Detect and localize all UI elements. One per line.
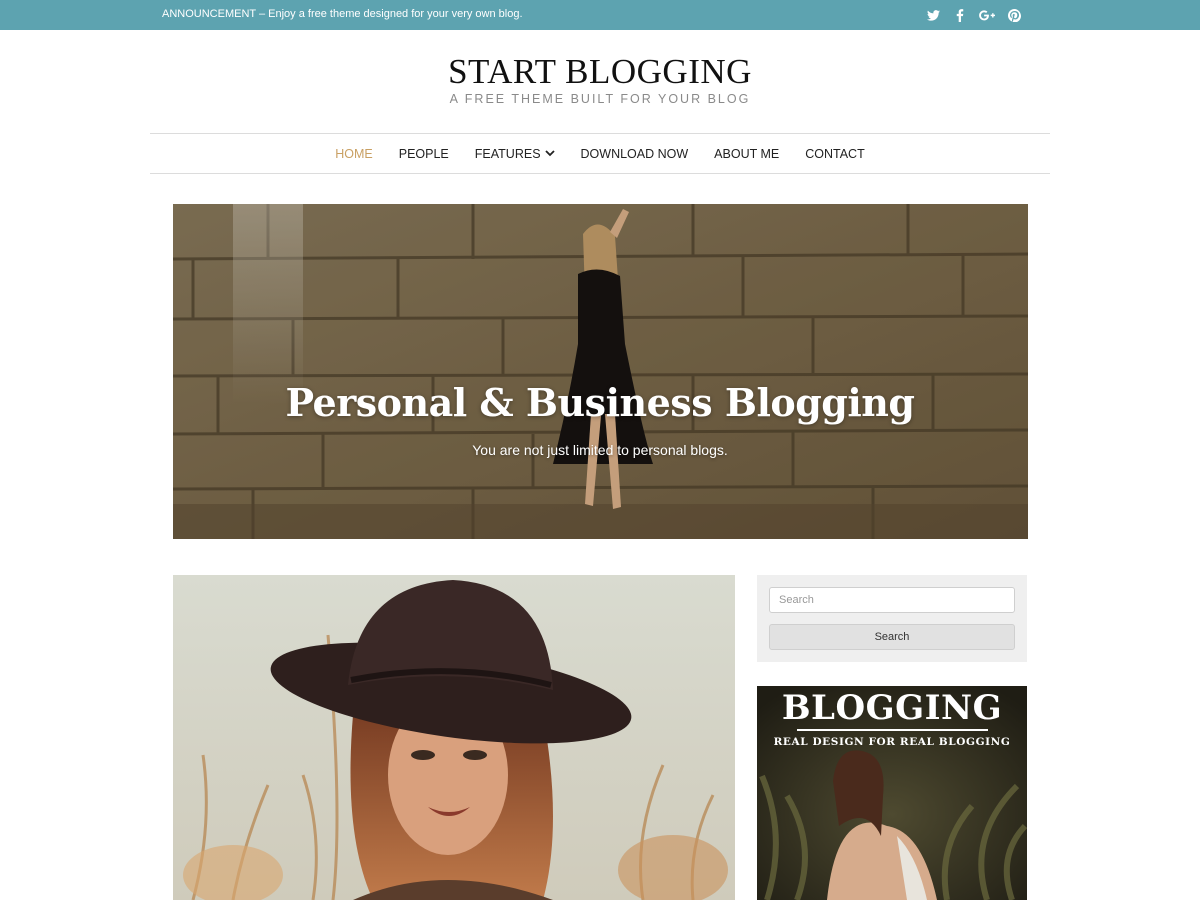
banner-divider: [797, 729, 988, 731]
nav-item-people[interactable]: PEOPLE: [399, 147, 449, 161]
hero-subtitle: You are not just limited to personal blo…: [472, 442, 728, 458]
announcement-text: ANNOUNCEMENT – Enjoy a free theme design…: [162, 8, 523, 20]
facebook-icon[interactable]: [949, 6, 971, 24]
announcement-bar: ANNOUNCEMENT – Enjoy a free theme design…: [0, 0, 1200, 30]
nav-item-contact[interactable]: CONTACT: [805, 147, 865, 161]
search-input[interactable]: [769, 587, 1015, 613]
pinterest-icon[interactable]: [1003, 6, 1025, 24]
site-title[interactable]: START BLOGGING: [0, 52, 1200, 92]
nav-item-home[interactable]: HOME: [335, 147, 373, 161]
hero-image: [173, 204, 1028, 539]
banner-subtitle: REAL DESIGN FOR REAL BLOGGING: [773, 736, 1011, 748]
site-tagline: A FREE THEME BUILT FOR YOUR BLOG: [449, 92, 751, 106]
social-links: [922, 6, 1030, 24]
banner-title: BLOGGING: [781, 688, 1003, 728]
nav-item-features[interactable]: FEATURES: [475, 147, 555, 161]
hero-title: Personal & Business Blogging: [285, 380, 915, 425]
search-widget: Search: [757, 575, 1027, 662]
woman-in-hat-photo: [173, 575, 735, 900]
featured-post-image[interactable]: [173, 575, 735, 900]
hero-slide[interactable]: [173, 204, 1028, 539]
twitter-icon[interactable]: [922, 6, 944, 24]
main-navigation: HOME PEOPLE FEATURES DOWNLOAD NOW ABOUT …: [150, 133, 1050, 174]
chevron-down-icon: [544, 150, 555, 157]
nav-item-features-label: FEATURES: [474, 146, 541, 161]
nav-item-download-now[interactable]: DOWNLOAD NOW: [581, 147, 689, 161]
search-button[interactable]: Search: [769, 624, 1015, 650]
google-plus-icon[interactable]: [976, 6, 998, 24]
nav-item-about-me[interactable]: ABOUT ME: [714, 147, 779, 161]
